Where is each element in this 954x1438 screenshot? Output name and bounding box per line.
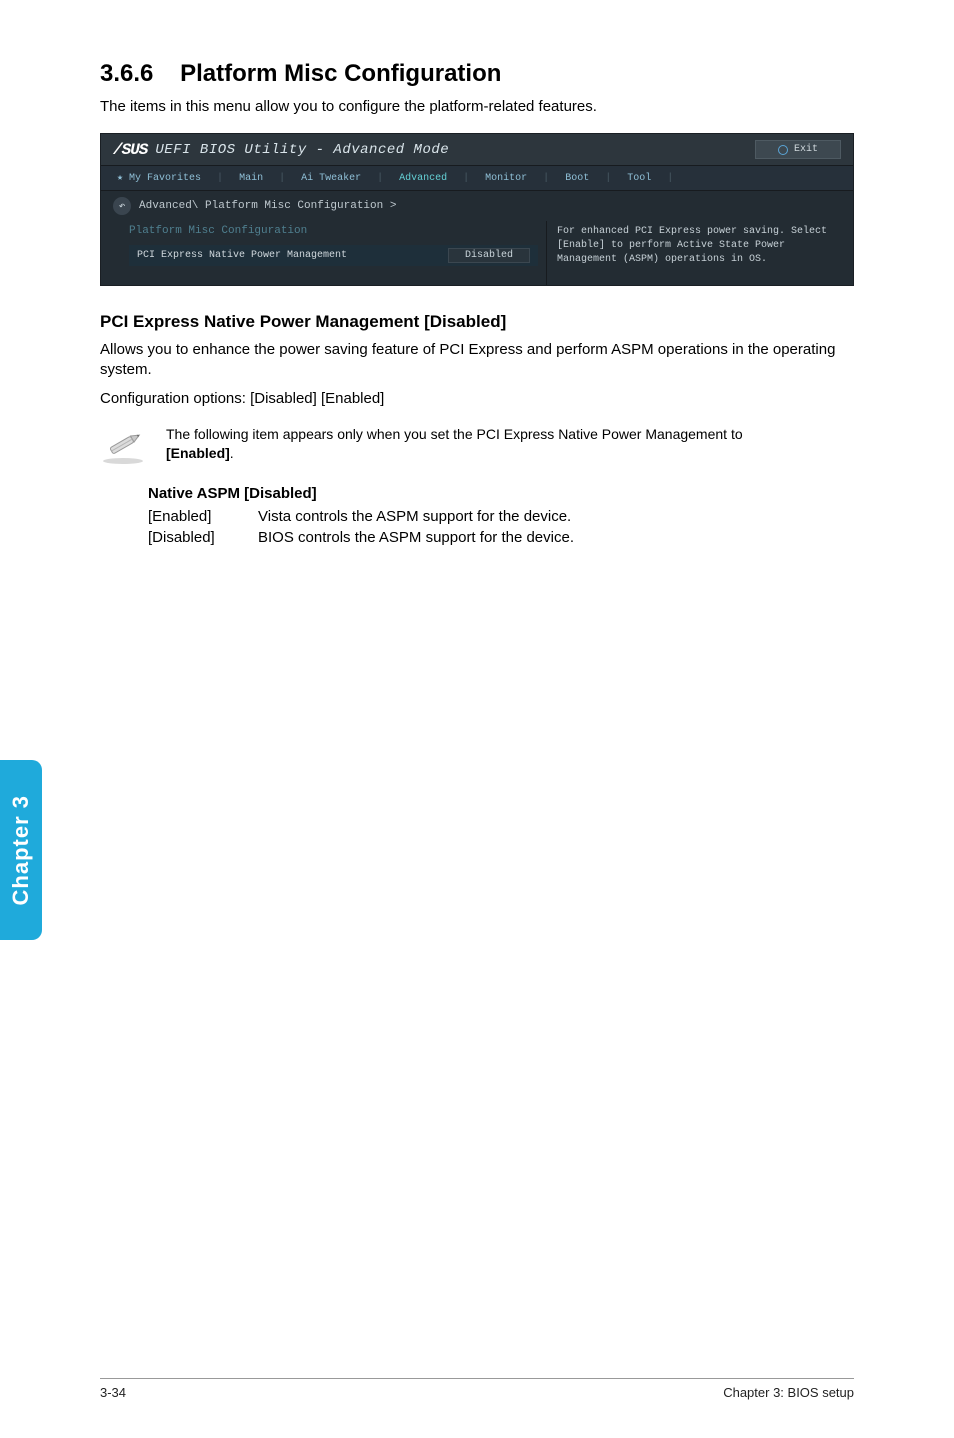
setting-value[interactable]: Disabled	[448, 248, 530, 263]
bios-help-text: For enhanced PCI Express power saving. S…	[557, 225, 839, 267]
note-suffix: .	[230, 445, 234, 461]
note-row: The following item appears only when you…	[100, 425, 854, 465]
menu-tool[interactable]: Tool	[627, 173, 651, 184]
bios-titlebar: /SUS UEFI BIOS Utility - Advanced Mode E…	[101, 134, 853, 166]
bios-menubar: ★ My Favorites | Main | Ai Tweaker | Advanc…	[101, 166, 853, 191]
intro-text: The items in this menu allow you to conf…	[100, 98, 854, 115]
config-options: Configuration options: [Disabled] [Enabl…	[100, 389, 854, 409]
native-aspm-section: Native ASPM [Disabled] [Enabled] Vista c…	[100, 485, 854, 546]
note-bold: [Enabled]	[166, 445, 230, 461]
note-prefix: The following item appears only when you…	[166, 426, 743, 442]
pencil-icon	[100, 425, 146, 465]
asus-logo: /SUS	[113, 141, 147, 159]
bios-screenshot: /SUS UEFI BIOS Utility - Advanced Mode E…	[100, 133, 854, 286]
chapter-tab-label: Chapter 3	[8, 795, 34, 905]
note-text: The following item appears only when you…	[166, 425, 786, 464]
exit-button[interactable]: Exit	[755, 140, 841, 159]
bios-title-text: UEFI BIOS Utility - Advanced Mode	[155, 142, 449, 158]
bios-setting-row[interactable]: PCI Express Native Power Management Disa…	[129, 245, 538, 266]
separator: |	[605, 173, 611, 184]
def-row-disabled: [Disabled] BIOS controls the ASPM suppor…	[148, 529, 854, 546]
def-val-enabled: Vista controls the ASPM support for the …	[258, 508, 571, 525]
separator: |	[667, 173, 673, 184]
section-heading: 3.6.6 Platform Misc Configuration	[100, 60, 854, 88]
native-aspm-heading: Native ASPM [Disabled]	[148, 485, 854, 502]
back-arrow-icon[interactable]: ↶	[113, 197, 131, 215]
menu-tweaker[interactable]: Ai Tweaker	[301, 173, 361, 184]
breadcrumb-text: Advanced\ Platform Misc Configuration >	[139, 200, 396, 212]
def-val-disabled: BIOS controls the ASPM support for the d…	[258, 529, 574, 546]
setting-label: PCI Express Native Power Management	[137, 250, 347, 261]
separator: |	[279, 173, 285, 184]
chapter-tab: Chapter 3	[0, 760, 42, 940]
menu-boot[interactable]: Boot	[565, 173, 589, 184]
def-key-enabled: [Enabled]	[148, 508, 258, 525]
menu-main[interactable]: Main	[239, 173, 263, 184]
footer-left: 3-34	[100, 1385, 126, 1400]
def-row-enabled: [Enabled] Vista controls the ASPM suppor…	[148, 508, 854, 525]
sub-description: Allows you to enhance the power saving f…	[100, 340, 854, 381]
menu-monitor[interactable]: Monitor	[485, 173, 527, 184]
exit-label: Exit	[794, 144, 818, 155]
bios-breadcrumb: ↶ Advanced\ Platform Misc Configuration …	[101, 191, 853, 221]
separator: |	[217, 173, 223, 184]
menu-advanced[interactable]: Advanced	[399, 173, 447, 184]
footer-right: Chapter 3: BIOS setup	[723, 1385, 854, 1400]
menu-favorites[interactable]: ★ My Favorites	[117, 172, 201, 184]
subheading: PCI Express Native Power Management [Dis…	[100, 312, 854, 332]
separator: |	[377, 173, 383, 184]
bios-body: Platform Misc Configuration PCI Express …	[101, 221, 853, 285]
separator: |	[543, 173, 549, 184]
heading-title: Platform Misc Configuration	[180, 60, 501, 87]
heading-number: 3.6.6	[100, 60, 153, 87]
def-key-disabled: [Disabled]	[148, 529, 258, 546]
bios-title-left: /SUS UEFI BIOS Utility - Advanced Mode	[113, 141, 449, 159]
bios-panel-title: Platform Misc Configuration	[129, 225, 538, 237]
separator: |	[463, 173, 469, 184]
bios-help-panel: For enhanced PCI Express power saving. S…	[546, 221, 853, 285]
bios-left-panel: Platform Misc Configuration PCI Express …	[101, 221, 546, 285]
footer: 3-34 Chapter 3: BIOS setup	[100, 1378, 854, 1400]
power-icon	[778, 145, 788, 155]
